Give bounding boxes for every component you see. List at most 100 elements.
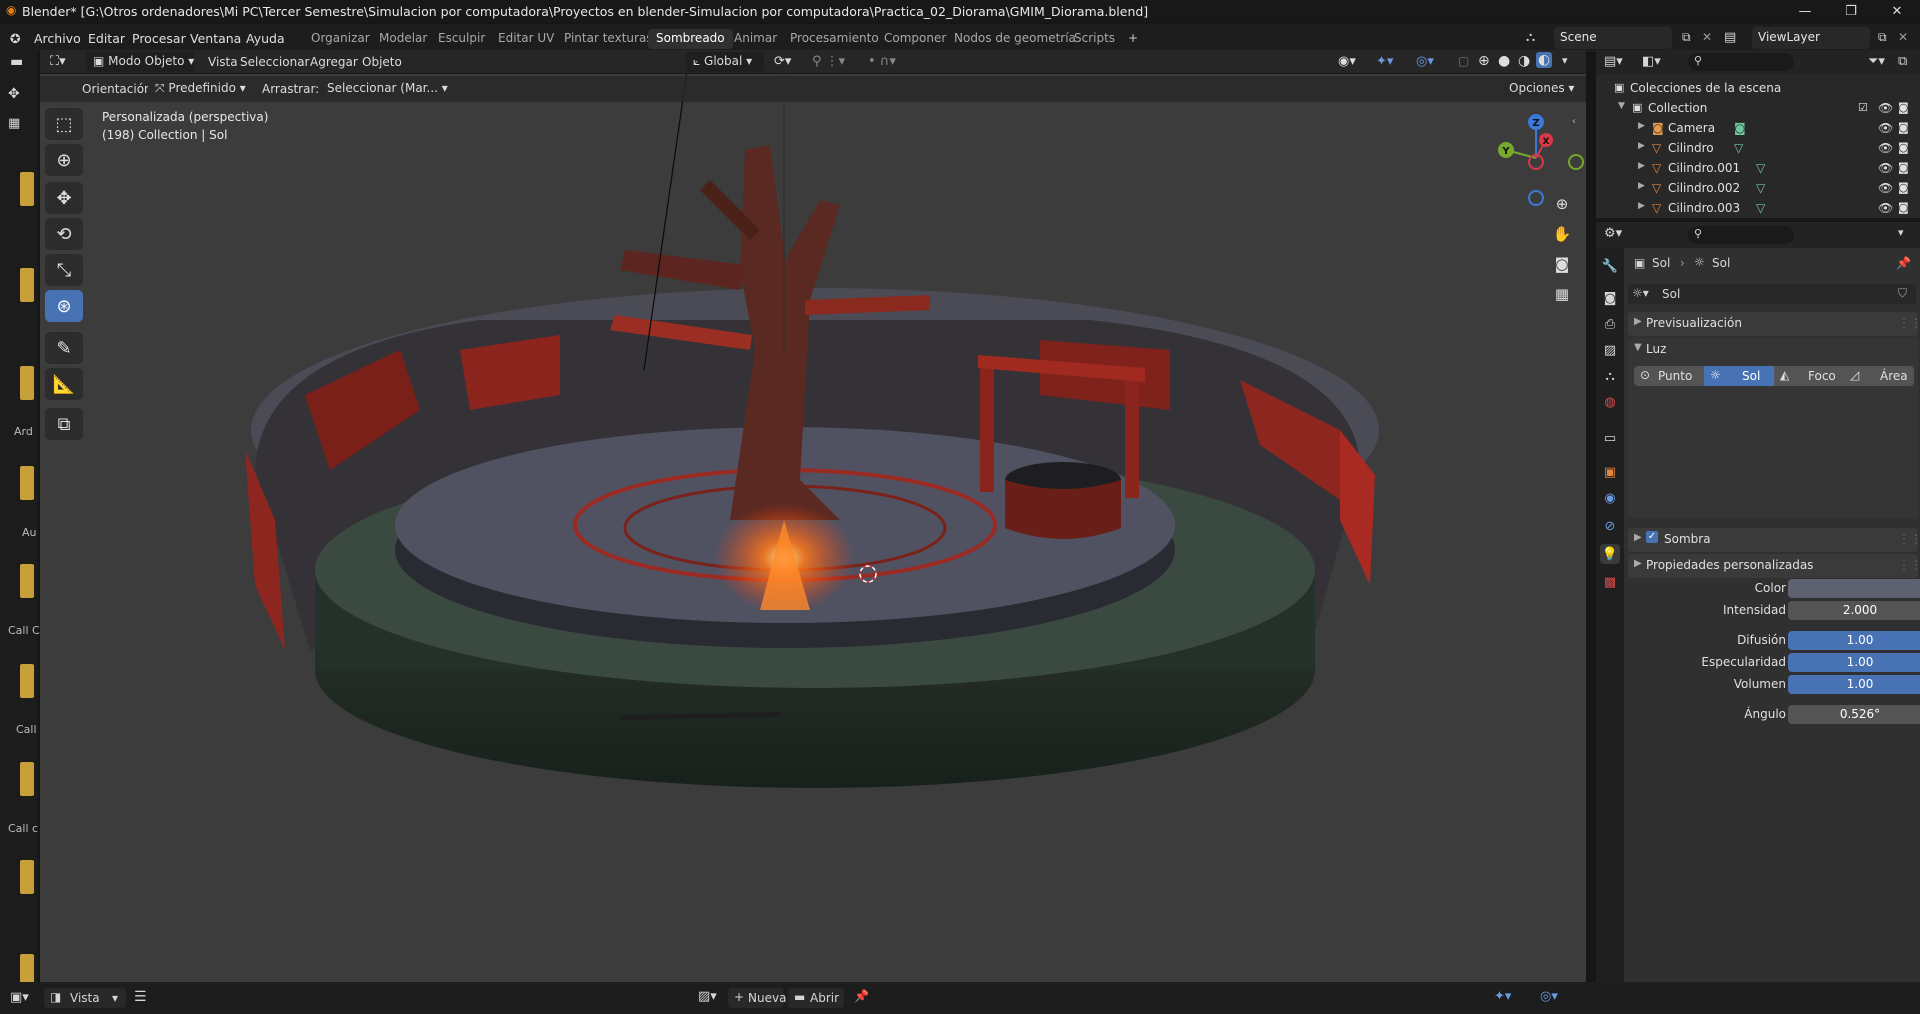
light-datablock-selector[interactable]: ☼▾ Sol ⛉ bbox=[1628, 284, 1916, 304]
scale-tool[interactable]: ⤡ bbox=[45, 254, 83, 286]
overlays-toggle-icon[interactable]: ◎▾ bbox=[1416, 54, 1434, 69]
outliner-item[interactable]: ▶ ▽ Cilindro.003 ▽ 👁 ◙ bbox=[1596, 198, 1920, 218]
light-type-spot[interactable]: ◭ Foco bbox=[1774, 366, 1844, 386]
file-thumbnail[interactable] bbox=[20, 268, 34, 302]
menu-objeto[interactable]: Objeto bbox=[362, 55, 402, 69]
preview-panel-header[interactable]: ▶ Previsualización ⋮⋮ bbox=[1628, 312, 1920, 336]
checkbox-icon[interactable]: ☑ bbox=[1858, 101, 1868, 114]
gizmo-toggle-icon[interactable]: ✦▾ bbox=[1376, 54, 1393, 69]
add-workspace-button[interactable]: + bbox=[1120, 29, 1146, 49]
annotate-tool[interactable]: ✎ bbox=[45, 332, 83, 364]
datablock-name-field[interactable]: Sol bbox=[1662, 287, 1680, 301]
mesh-data-icon[interactable]: ▽ bbox=[1734, 141, 1743, 155]
rendered-shading-icon[interactable]: ◐ bbox=[1536, 52, 1553, 68]
color-field[interactable] bbox=[1788, 579, 1920, 598]
camera-view-button[interactable]: ◙ bbox=[1548, 250, 1576, 278]
image-browse-icon[interactable]: ▨▾ bbox=[698, 989, 717, 1004]
editor-type-icon[interactable]: ⛶▾ bbox=[50, 54, 66, 69]
outliner-item[interactable]: ▶ ▽ Cilindro ▽ 👁 ◙ bbox=[1596, 138, 1920, 158]
light-type-sun[interactable]: ☼ Sol bbox=[1704, 366, 1774, 386]
eye-icon[interactable]: 👁 bbox=[1878, 161, 1893, 175]
physics-tab[interactable]: ◉ bbox=[1600, 488, 1620, 508]
view-layer-tab[interactable]: ▨ bbox=[1600, 340, 1620, 360]
shadow-panel-header[interactable]: ▶ ✓ Sombra ⋮⋮ bbox=[1628, 528, 1920, 552]
expand-arrow-icon[interactable]: ▶ bbox=[1638, 181, 1645, 191]
filter-icon[interactable]: ⏷▾ bbox=[1868, 54, 1885, 69]
custom-properties-panel-header[interactable]: ▶ Propiedades personalizadas ⋮⋮ bbox=[1628, 554, 1920, 578]
scene-tab[interactable]: ⛬ bbox=[1600, 366, 1620, 386]
file-thumbnail[interactable] bbox=[20, 664, 34, 698]
mesh-data-icon[interactable]: ▽ bbox=[1756, 201, 1765, 215]
file-thumbnail[interactable] bbox=[20, 860, 34, 894]
render-camera-icon[interactable]: ◙ bbox=[1898, 201, 1909, 214]
open-button[interactable]: ▬ Abrir bbox=[788, 988, 844, 1008]
light-panel-header[interactable]: ▼ Luz bbox=[1628, 338, 1918, 360]
blender-menu-icon[interactable]: ✪ bbox=[10, 31, 20, 46]
mode-selector[interactable]: ▣ Modo Objeto ▾ bbox=[86, 52, 194, 72]
move-tool[interactable]: ✥ bbox=[45, 182, 83, 214]
tab-editar-uv[interactable]: Editar UV bbox=[490, 29, 562, 49]
render-camera-icon[interactable]: ◙ bbox=[1898, 101, 1909, 114]
transform-tool[interactable]: ⊛ bbox=[45, 290, 83, 322]
hamburger-menu-icon[interactable]: ☰ bbox=[134, 989, 147, 1005]
pointer-tool-icon[interactable]: ✥ bbox=[8, 86, 20, 102]
menu-vista[interactable]: Vista bbox=[208, 55, 238, 69]
display-mode-icon[interactable]: ◧▾ bbox=[1642, 54, 1661, 69]
solid-shading-icon[interactable]: ● bbox=[1498, 53, 1510, 69]
expand-arrow-icon[interactable]: ▶ bbox=[1638, 141, 1645, 151]
outliner-item[interactable]: ▶ ◙ Camera ◙ 👁 ◙ bbox=[1596, 118, 1920, 138]
zoom-button[interactable]: ⊕ bbox=[1548, 190, 1576, 218]
outliner-root[interactable]: ▣ Colecciones de la escena bbox=[1596, 78, 1920, 98]
shading-options-icon[interactable]: ▾ bbox=[1562, 54, 1568, 67]
volume-slider[interactable]: 1.00 bbox=[1788, 675, 1920, 694]
file-list-icon[interactable]: ▦ bbox=[8, 116, 20, 131]
sun-type-icon[interactable]: ☼▾ bbox=[1632, 286, 1649, 300]
file-thumbnail[interactable] bbox=[20, 172, 34, 206]
output-tab[interactable]: ⎙ bbox=[1600, 314, 1620, 334]
menu-archivo[interactable]: Archivo bbox=[34, 31, 81, 46]
drag-handle-icon[interactable]: ⋮⋮ bbox=[1898, 532, 1920, 546]
tab-sombreado[interactable]: Sombreado bbox=[648, 29, 733, 49]
new-button[interactable]: + Nueva bbox=[728, 988, 786, 1008]
tab-animar[interactable]: Animar bbox=[726, 29, 785, 49]
shadow-checkbox[interactable]: ✓ bbox=[1646, 531, 1658, 543]
gizmo-toggle-icon[interactable]: ✦▾ bbox=[1494, 989, 1511, 1004]
options-chevron-icon[interactable]: ▾ bbox=[1898, 226, 1904, 239]
cursor-tool[interactable]: ⊕ bbox=[45, 144, 83, 176]
angle-field[interactable]: 0.526° bbox=[1788, 705, 1920, 724]
specular-slider[interactable]: 1.00 bbox=[1788, 653, 1920, 672]
mesh-data-icon[interactable]: ▽ bbox=[1756, 161, 1765, 175]
file-thumbnail[interactable] bbox=[20, 762, 34, 796]
intensity-field[interactable]: 2.000 bbox=[1788, 601, 1920, 620]
collapse-sidebar-icon[interactable]: ‹ bbox=[1572, 116, 1576, 127]
new-view-layer-icon[interactable]: ⧉ bbox=[1878, 30, 1887, 45]
render-camera-icon[interactable]: ◙ bbox=[1898, 161, 1909, 174]
collapse-arrow-icon[interactable]: ▼ bbox=[1618, 101, 1625, 111]
menu-procesar[interactable]: Procesar bbox=[132, 31, 186, 46]
eye-icon[interactable]: 👁 bbox=[1878, 101, 1893, 115]
menu-seleccionar[interactable]: Seleccionar bbox=[240, 55, 309, 69]
pivot-point-icon[interactable]: ⟳▾ bbox=[774, 54, 791, 69]
object-tab[interactable]: ▣ bbox=[1600, 462, 1620, 482]
diffuse-slider[interactable]: 1.00 bbox=[1788, 631, 1920, 650]
pin-icon[interactable]: 📌 bbox=[854, 989, 869, 1003]
visibility-icon[interactable]: ◉▾ bbox=[1338, 54, 1356, 69]
material-shading-icon[interactable]: ◑ bbox=[1518, 53, 1530, 69]
light-type-area[interactable]: ◿ Área bbox=[1844, 366, 1914, 386]
pan-button[interactable]: ✋ bbox=[1548, 220, 1576, 248]
drag-handle-icon[interactable]: ⋮⋮ bbox=[1898, 558, 1920, 572]
editor-type-icon[interactable]: ⚙▾ bbox=[1604, 226, 1622, 241]
drag-handle-icon[interactable]: ⋮⋮ bbox=[1898, 316, 1920, 330]
render-camera-icon[interactable]: ◙ bbox=[1898, 181, 1909, 194]
menu-editar[interactable]: Editar bbox=[88, 31, 125, 46]
texture-tab[interactable]: ▩ bbox=[1600, 572, 1620, 592]
light-type-point[interactable]: ⊙ Punto bbox=[1634, 366, 1704, 386]
maximize-button[interactable]: ❐ bbox=[1828, 0, 1874, 22]
outliner-search-input[interactable]: ⚲ bbox=[1688, 53, 1794, 71]
remove-scene-icon[interactable]: ✕ bbox=[1702, 30, 1712, 44]
measure-tool[interactable]: 📐 bbox=[45, 368, 83, 400]
transform-orientation-selector[interactable]: ⟀ Global ▾ bbox=[686, 52, 764, 72]
perspective-toggle-button[interactable]: ▦ bbox=[1548, 280, 1576, 308]
eye-icon[interactable]: 👁 bbox=[1878, 201, 1893, 215]
tab-scripts[interactable]: Scripts bbox=[1066, 29, 1123, 49]
